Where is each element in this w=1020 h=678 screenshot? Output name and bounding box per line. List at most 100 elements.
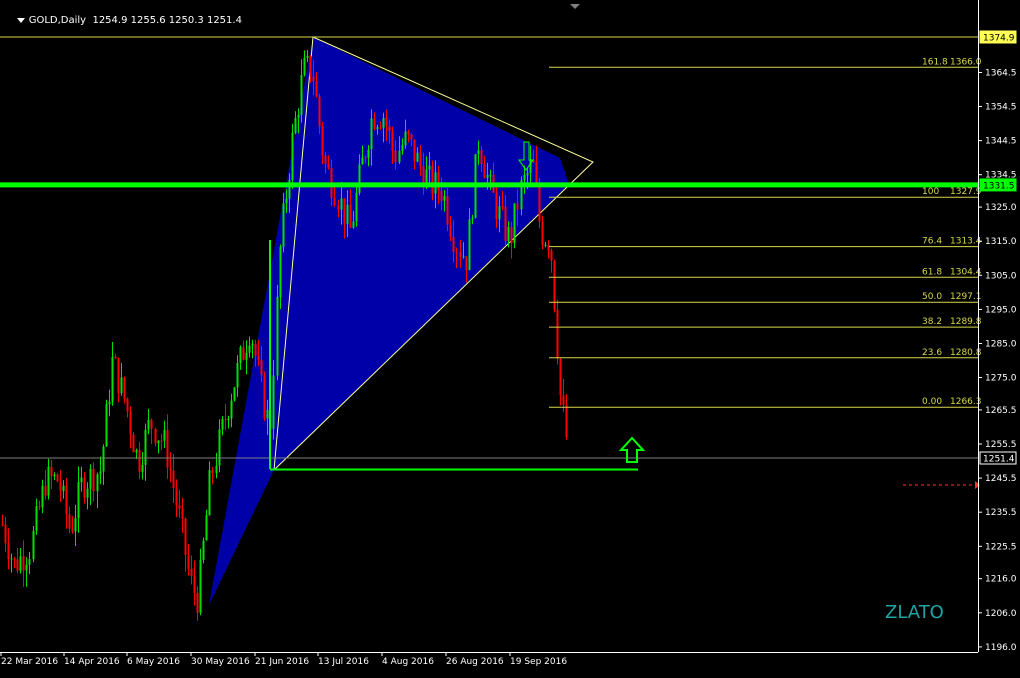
candle-body	[89, 468, 92, 489]
candle-body	[300, 75, 303, 115]
candle-body	[516, 203, 519, 210]
candle-body	[327, 163, 330, 168]
candle-body	[187, 555, 190, 569]
candle-body	[337, 205, 340, 210]
candle-body	[193, 575, 196, 593]
candle-body	[260, 359, 263, 376]
price-chart[interactable]: 161.8 1366.0 100 1327.9 76.4 1313.4 61.8 1304.4…	[0, 0, 1020, 674]
candle-body	[1, 524, 4, 526]
candle-body	[376, 127, 379, 130]
candle-body	[35, 506, 38, 531]
candle-body	[312, 76, 315, 82]
candle-body	[455, 251, 458, 253]
candle-body	[208, 470, 211, 516]
candle-body	[507, 227, 510, 241]
candle-body	[105, 404, 108, 447]
x-tick-label: 4 Aug 2016	[382, 657, 434, 667]
x-tick-label: 13 Jul 2016	[318, 657, 369, 667]
candle-body	[227, 418, 230, 421]
candle-body	[59, 481, 62, 492]
candle-body	[74, 518, 77, 532]
candle-body	[41, 485, 44, 508]
candle-body	[452, 236, 455, 252]
candle-body	[83, 477, 86, 498]
watermark-label: ZLATO	[885, 602, 944, 623]
candle-body	[190, 568, 193, 576]
candle-body	[160, 440, 163, 442]
candle-body	[468, 219, 471, 271]
price-label-text: 1374.9	[983, 34, 1015, 44]
x-tick-label: 6 May 2016	[127, 657, 180, 667]
candle-body	[65, 485, 68, 515]
candle-body	[340, 198, 343, 210]
candle-body	[562, 395, 565, 405]
candle-body	[202, 540, 205, 560]
candle-body	[199, 560, 202, 613]
candle-body	[449, 224, 452, 237]
shift-marker-icon	[570, 4, 580, 9]
candle-body	[47, 466, 50, 496]
candle-body	[556, 309, 559, 359]
y-tick-label: 1285.0	[985, 340, 1017, 350]
candle-body	[239, 347, 242, 363]
candle-body	[19, 556, 22, 571]
candle-body	[147, 419, 150, 430]
candle-body	[477, 150, 480, 155]
candle-body	[230, 400, 233, 419]
candle-body	[446, 195, 449, 225]
candle-body	[538, 184, 541, 222]
y-tick-label: 1344.5	[985, 137, 1017, 147]
candle-body	[218, 429, 221, 466]
candle-body	[215, 465, 218, 474]
fib-ratio-label: 100	[922, 187, 939, 197]
candle-body	[248, 345, 251, 353]
candle-body	[440, 190, 443, 201]
candle-body	[221, 419, 224, 430]
candle-body	[236, 363, 239, 388]
candle-body	[141, 464, 144, 472]
fib-price-label: 1280.8	[950, 348, 982, 358]
fib-price-label: 1289.8	[950, 317, 982, 327]
candle-body	[154, 429, 157, 444]
candle-body	[138, 450, 141, 472]
fib-ratio-label: 61.8	[922, 267, 942, 277]
candle-body	[92, 468, 95, 492]
candle-body	[157, 440, 160, 444]
candle-body	[361, 157, 364, 165]
chart-area[interactable]: 161.8 1366.0 100 1327.9 76.4 1313.4 61.8 1304.4…	[0, 0, 1020, 674]
collapse-triangle-icon[interactable]	[16, 17, 25, 23]
candle-body	[404, 131, 407, 146]
candle-body	[385, 118, 388, 126]
candle-body	[77, 482, 80, 519]
candle-body	[28, 559, 31, 565]
candle-body	[382, 118, 385, 129]
candle-body	[401, 145, 404, 151]
candle-body	[224, 419, 227, 421]
candle-body	[541, 221, 544, 245]
candle-body	[120, 377, 123, 394]
candle-body	[294, 117, 297, 133]
candle-body	[483, 164, 486, 178]
candle-body	[486, 174, 489, 178]
fib-price-label: 1266.3	[950, 397, 982, 407]
symbol-label: GOLD,Daily	[28, 15, 87, 26]
candle-body	[163, 429, 166, 441]
y-tick-label: 1225.5	[985, 542, 1017, 552]
fib-price-label: 1297.1	[950, 292, 982, 302]
candle-body	[135, 450, 138, 453]
candle-body	[4, 524, 7, 544]
candle-body	[25, 564, 28, 571]
x-tick-label: 21 Jun 2016	[255, 657, 309, 667]
candle-body	[129, 411, 132, 435]
candle-body	[263, 375, 266, 419]
price-label-text: 1331.5	[983, 181, 1015, 191]
fib-ratio-label: 23.6	[922, 348, 942, 358]
candle-body	[7, 543, 10, 560]
candle-body	[285, 198, 288, 204]
candle-body	[144, 429, 147, 465]
candle-body	[370, 118, 373, 150]
y-tick-label: 1196.0	[985, 643, 1017, 653]
candle-body	[315, 81, 318, 97]
candle-body	[306, 56, 309, 58]
candle-body	[498, 206, 501, 220]
